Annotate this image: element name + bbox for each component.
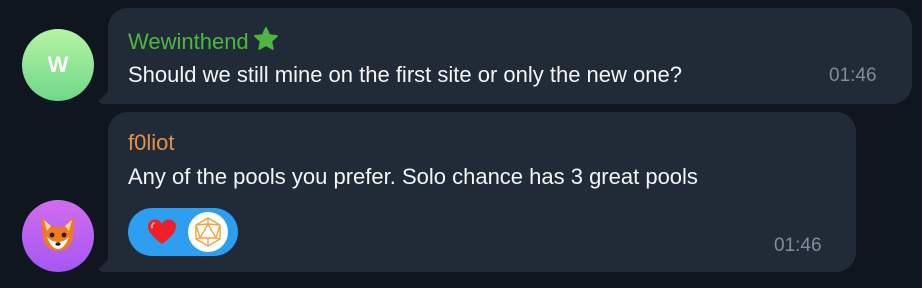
reaction-button[interactable] (128, 208, 238, 256)
message-text: Should we still mine on the first site o… (128, 62, 682, 87)
sender-name[interactable]: Wewinthend (128, 26, 279, 58)
message-text: Any of the pools you prefer. Solo chance… (128, 164, 698, 189)
sender-name[interactable]: f0liot (128, 130, 174, 156)
star-icon (253, 26, 279, 58)
message-time: 01:46 (829, 65, 877, 86)
heart-icon (144, 214, 180, 250)
chat-area: W Wewinthend Should we still mine on the… (0, 0, 922, 288)
avatar-initial: W (47, 52, 69, 77)
avatar-f0liot[interactable] (22, 200, 94, 272)
polyhedron-icon (188, 212, 228, 252)
message-time: 01:46 (774, 235, 822, 256)
avatar-wewinthend[interactable]: W (22, 29, 94, 101)
fox-avatar-icon (35, 211, 81, 262)
message-bubble[interactable]: Wewinthend Should we still mine on the f… (108, 8, 912, 104)
sender-name-text: Wewinthend (128, 29, 249, 54)
message-bubble[interactable]: f0liot Any of the pools you prefer. Solo… (108, 112, 856, 272)
